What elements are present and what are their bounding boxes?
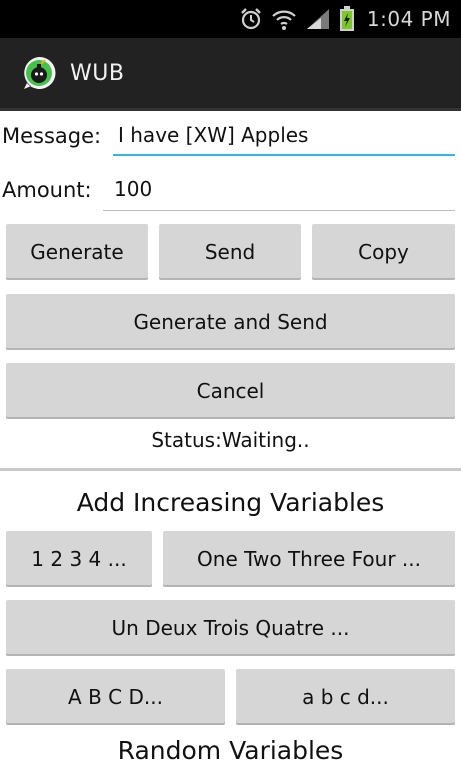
- amount-row: Amount:: [0, 168, 92, 212]
- battery-charging-icon: [339, 6, 355, 32]
- app-title: WUB: [70, 60, 125, 86]
- app-logo-icon[interactable]: [21, 55, 57, 91]
- status-icons: 1:04 PM: [239, 6, 451, 32]
- cancel-button[interactable]: Cancel: [6, 363, 455, 419]
- action-bar: WUB: [0, 38, 461, 111]
- lowercase-letters-button[interactable]: a b c d...: [236, 669, 455, 725]
- message-input[interactable]: [114, 116, 458, 154]
- english-words-button[interactable]: One Two Three Four ...: [163, 531, 455, 587]
- amount-label: Amount:: [2, 178, 92, 202]
- message-label: Message:: [2, 124, 102, 148]
- increasing-variables-title: Add Increasing Variables: [76, 488, 385, 517]
- divider: [0, 468, 461, 471]
- send-button[interactable]: Send: [159, 224, 301, 280]
- status-text: Status:Waiting..: [151, 428, 310, 452]
- alarm-icon: [239, 7, 263, 31]
- message-input-underline: [113, 154, 455, 156]
- clock: 1:04 PM: [366, 7, 451, 31]
- signal-icon: [305, 7, 331, 31]
- uppercase-letters-button[interactable]: A B C D...: [6, 669, 225, 725]
- copy-button[interactable]: Copy: [312, 224, 455, 280]
- status-bar: 1:04 PM: [0, 0, 461, 38]
- message-row: Message:: [0, 114, 101, 158]
- amount-input-underline: [103, 210, 455, 211]
- amount-input[interactable]: [110, 170, 458, 208]
- random-variables-title: Random Variables: [117, 736, 344, 765]
- wifi-icon: [271, 7, 297, 31]
- numbers-button[interactable]: 1 2 3 4 ...: [6, 531, 152, 587]
- generate-and-send-button[interactable]: Generate and Send: [6, 294, 455, 350]
- french-words-button[interactable]: Un Deux Trois Quatre ...: [6, 600, 455, 656]
- generate-button[interactable]: Generate: [6, 224, 148, 280]
